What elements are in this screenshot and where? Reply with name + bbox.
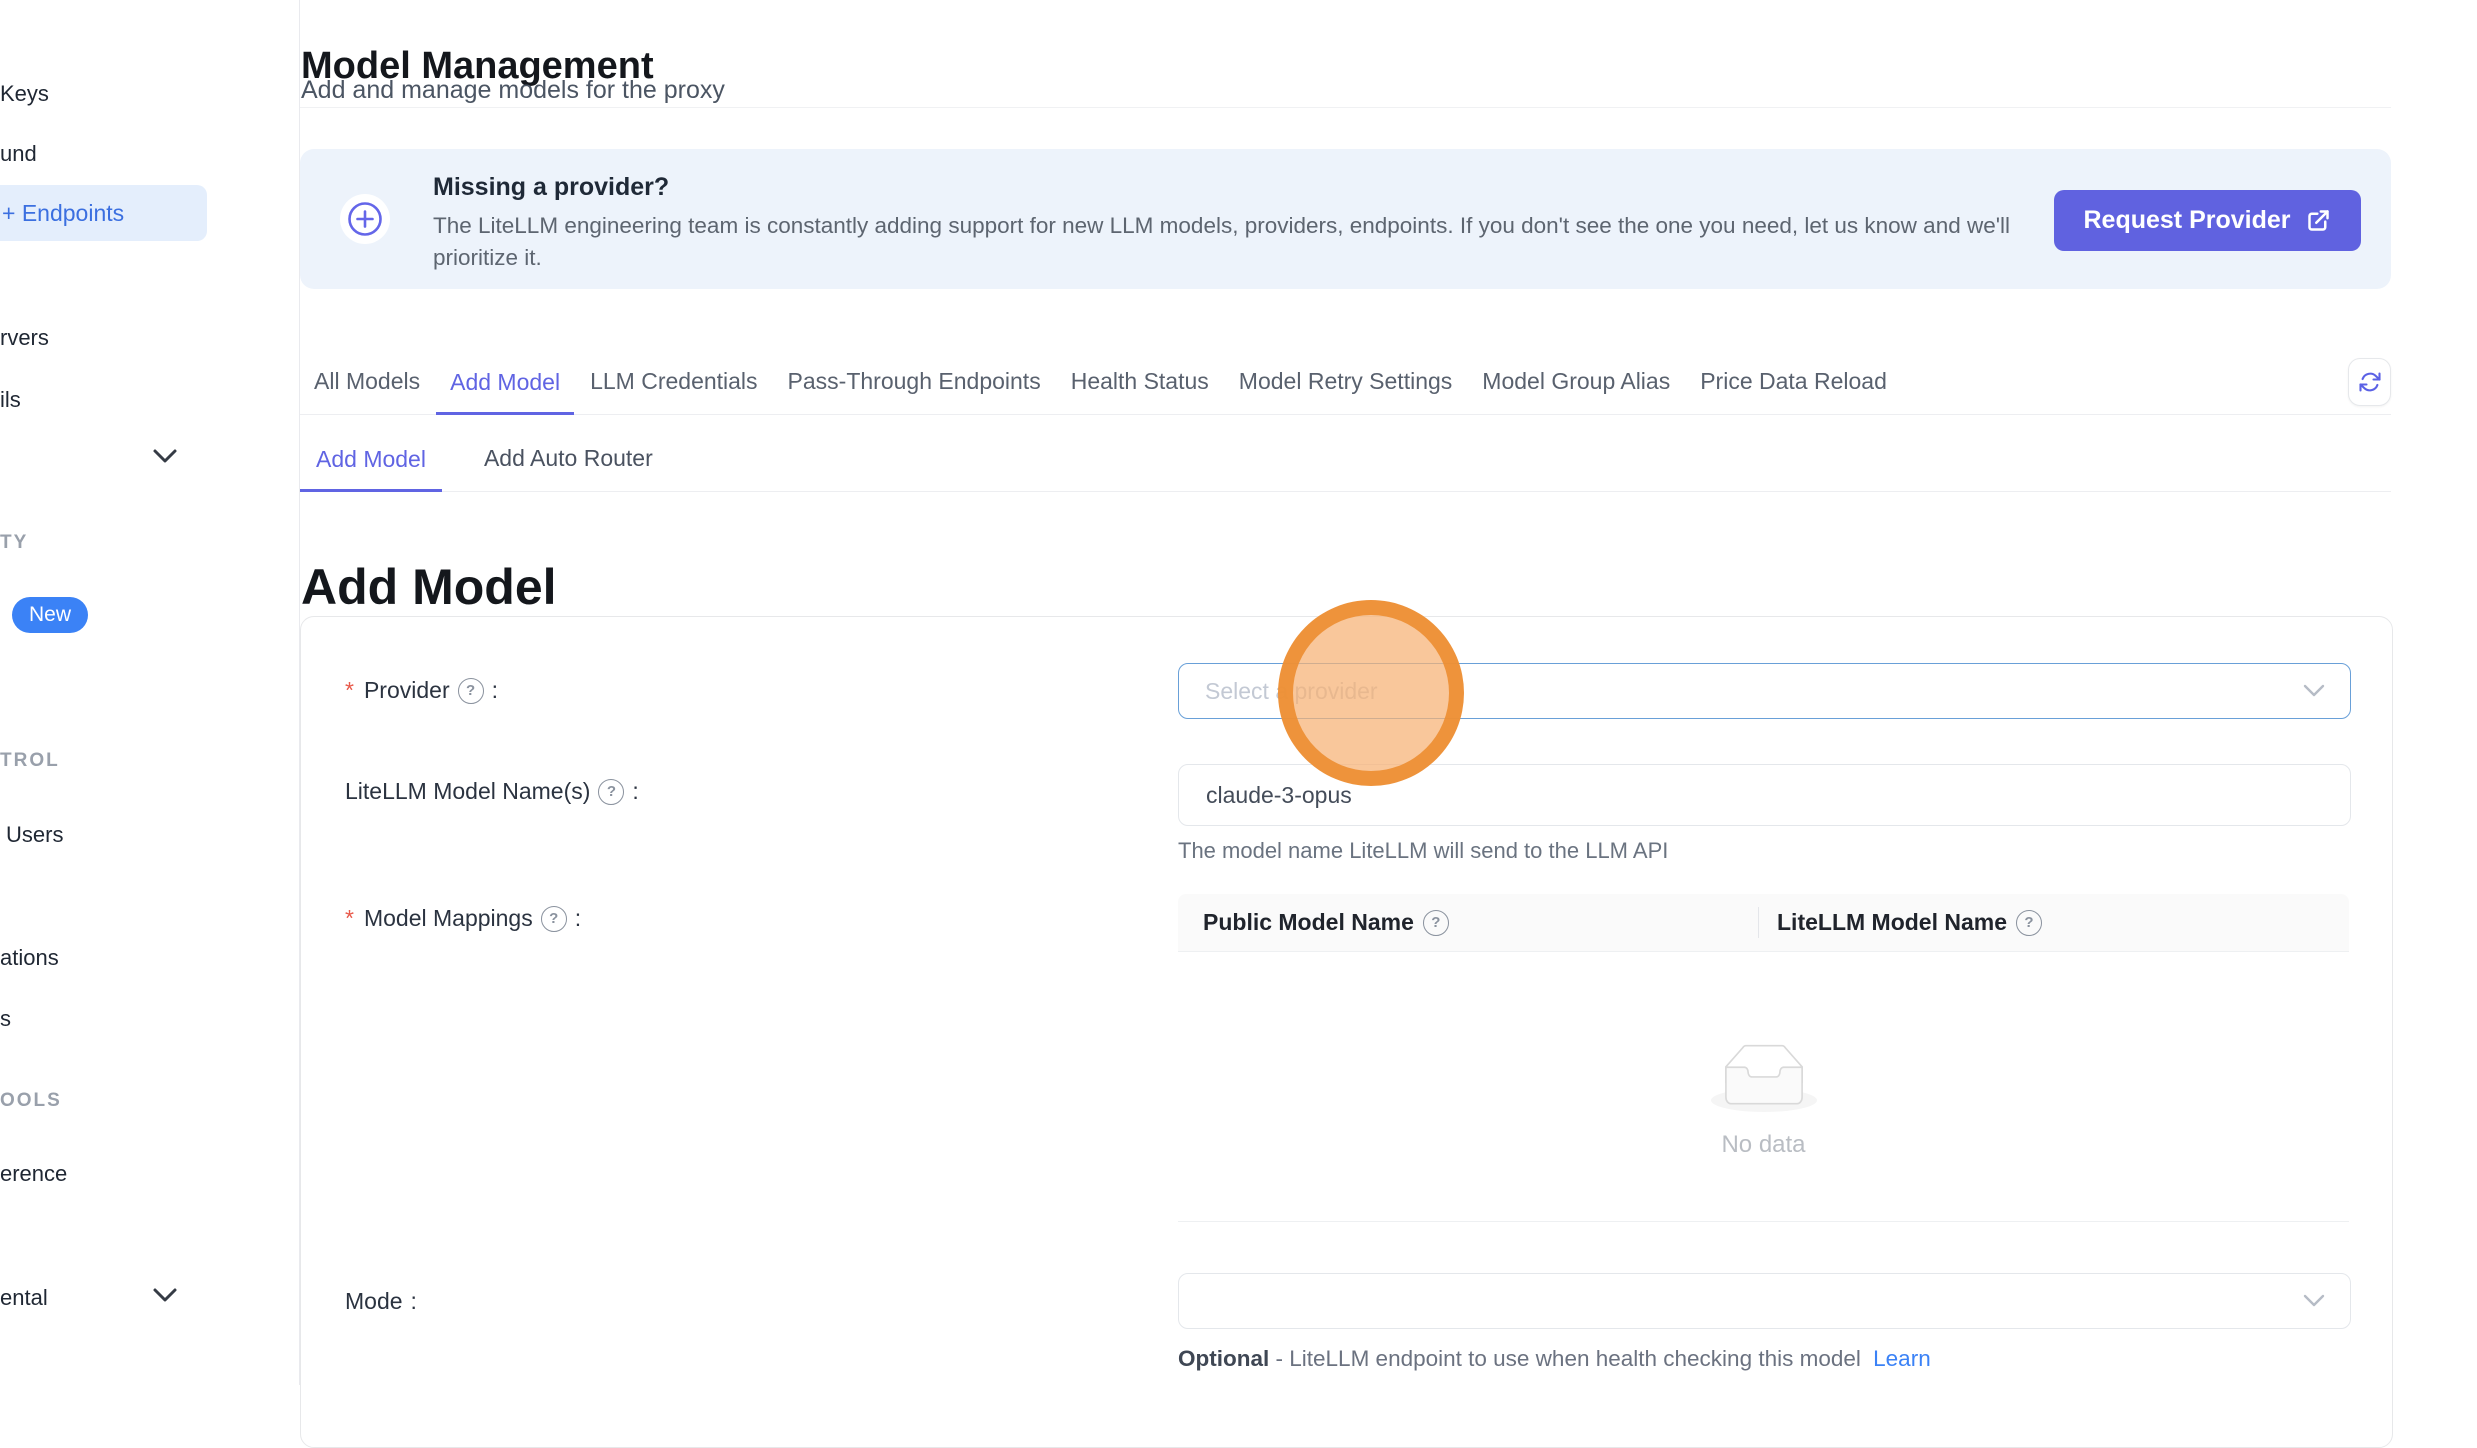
- provider-select[interactable]: Select a provider: [1178, 663, 2351, 719]
- sidebar-section-ools: OOLS: [0, 1090, 62, 1112]
- tab-all-models[interactable]: All Models: [300, 352, 434, 414]
- tab-health-status[interactable]: Health Status: [1057, 352, 1223, 414]
- no-data-text: No data: [1178, 1131, 2349, 1159]
- chevron-down-icon[interactable]: [152, 448, 178, 464]
- sidebar-item-erence[interactable]: erence: [0, 1161, 67, 1187]
- tab-model-group-alias[interactable]: Model Group Alias: [1468, 352, 1684, 414]
- column-public-model-name: Public Model Name: [1178, 909, 1758, 936]
- help-icon[interactable]: [598, 779, 624, 805]
- new-badge: New: [12, 597, 88, 633]
- sidebar-item-und[interactable]: und: [0, 141, 37, 167]
- add-model-card: * Provider : Select a provider LiteLLM M…: [300, 616, 2393, 1448]
- provider-placeholder: Select a provider: [1205, 678, 1378, 705]
- mappings-table-header: Public Model Name LiteLLM Model Name: [1178, 894, 2349, 952]
- sidebar-item-ental[interactable]: ental: [0, 1285, 48, 1311]
- model-name-input[interactable]: claude-3-opus: [1178, 764, 2351, 826]
- empty-state: No data: [1178, 1044, 2349, 1159]
- header-divider: [300, 107, 2391, 108]
- empty-inbox-icon: [1711, 1044, 1817, 1112]
- column-divider: [1758, 907, 1759, 938]
- column-litellm-model-name: LiteLLM Model Name: [1758, 909, 2042, 936]
- subtab-add-auto-router[interactable]: Add Auto Router: [468, 429, 669, 491]
- refresh-icon: [2358, 370, 2382, 394]
- help-icon[interactable]: [1423, 910, 1449, 936]
- sidebar-item-ations[interactable]: ations: [0, 945, 59, 971]
- sidebar-item-ils[interactable]: ils: [0, 387, 21, 413]
- model-tabs: All Models Add Model LLM Credentials Pas…: [300, 352, 2391, 415]
- tab-llm-credentials[interactable]: LLM Credentials: [576, 352, 771, 414]
- external-link-icon: [2305, 207, 2332, 234]
- page-subtitle: Add and manage models for the proxy: [301, 76, 725, 105]
- sidebar-item-models-endpoints[interactable]: + Endpoints: [0, 185, 207, 241]
- banner-body: The LiteLLM engineering team is constant…: [433, 210, 2023, 274]
- chevron-down-icon: [2302, 684, 2326, 698]
- missing-provider-banner: Missing a provider? The LiteLLM engineer…: [300, 149, 2391, 289]
- plus-circle-icon: [340, 194, 390, 244]
- tab-model-retry-settings[interactable]: Model Retry Settings: [1225, 352, 1466, 414]
- help-icon[interactable]: [2016, 910, 2042, 936]
- model-mappings-label: * Model Mappings :: [345, 905, 581, 932]
- banner-title: Missing a provider?: [433, 173, 669, 202]
- required-marker: *: [345, 905, 354, 932]
- tab-price-data-reload[interactable]: Price Data Reload: [1686, 352, 1901, 414]
- add-model-heading: Add Model: [301, 558, 557, 616]
- sidebar-item-s[interactable]: s: [0, 1006, 11, 1032]
- model-name-help: The model name LiteLLM will send to the …: [1178, 838, 1668, 864]
- model-mappings-table: Public Model Name LiteLLM Model Name: [1178, 894, 2349, 1222]
- required-marker: *: [345, 677, 354, 704]
- request-provider-button[interactable]: Request Provider: [2054, 190, 2361, 251]
- sidebar-item-rvers[interactable]: rvers: [0, 325, 49, 351]
- model-name-label: LiteLLM Model Name(s) :: [345, 778, 639, 805]
- add-model-subtabs: Add Model Add Auto Router: [300, 429, 2391, 492]
- help-icon[interactable]: [541, 906, 567, 932]
- tab-pass-through-endpoints[interactable]: Pass-Through Endpoints: [774, 352, 1055, 414]
- refresh-button[interactable]: [2348, 358, 2391, 406]
- sidebar-section-trol: TROL: [0, 750, 60, 772]
- model-name-value: claude-3-opus: [1206, 782, 1352, 809]
- main-content: Model Management Add and manage models f…: [300, 0, 2391, 1385]
- mode-select[interactable]: [1178, 1273, 2351, 1329]
- help-icon[interactable]: [458, 678, 484, 704]
- provider-label: * Provider :: [345, 677, 498, 704]
- subtab-add-model[interactable]: Add Model: [300, 429, 442, 492]
- mode-label: Mode :: [345, 1288, 417, 1315]
- learn-link[interactable]: Learn: [1873, 1346, 1931, 1371]
- sidebar-item-users[interactable]: Users: [6, 822, 63, 848]
- chevron-down-icon: [2302, 1294, 2326, 1308]
- tab-add-model[interactable]: Add Model: [436, 352, 574, 415]
- sidebar-item-keys[interactable]: Keys: [0, 81, 49, 107]
- sidebar-section-ty: TY: [0, 532, 28, 554]
- mode-help: Optional - LiteLLM endpoint to use when …: [1178, 1346, 1931, 1372]
- sidebar-item-label: + Endpoints: [2, 200, 124, 227]
- chevron-down-icon[interactable]: [152, 1287, 178, 1303]
- sidebar: Keys und + Endpoints rvers ils TY New TR…: [0, 0, 300, 1385]
